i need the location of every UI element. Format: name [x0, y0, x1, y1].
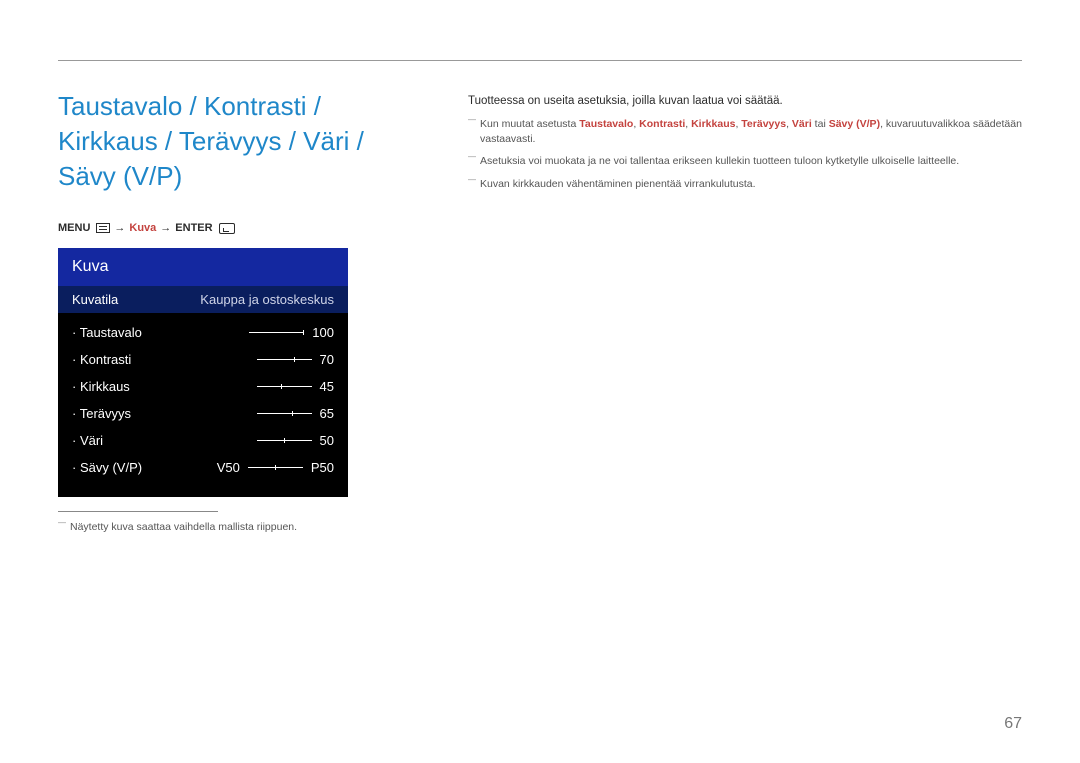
osd-slider-value: 65 — [320, 406, 334, 421]
osd-slider-value: 45 — [320, 379, 334, 394]
osd-slider-label: Taustavalo — [72, 325, 142, 340]
bullet-2: Asetuksia voi muokata ja ne voi tallenta… — [468, 154, 1022, 169]
osd-slider-value: 70 — [320, 352, 334, 367]
breadcrumb-kuva: Kuva — [129, 222, 156, 234]
osd-mode-row[interactable]: Kuvatila Kauppa ja ostoskeskus — [58, 286, 348, 313]
breadcrumb-menu: MENU — [58, 222, 90, 234]
osd-slider-label: Kontrasti — [72, 352, 131, 367]
menu-icon — [96, 223, 110, 233]
osd-slider-label: Kirkkaus — [72, 379, 130, 394]
osd-mode-label: Kuvatila — [72, 292, 118, 307]
page-number: 67 — [1004, 715, 1022, 733]
osd-slider-row[interactable]: Kontrasti 70 — [72, 346, 334, 373]
footnote-left: Näytetty kuva saattaa vaihdella mallista… — [58, 520, 408, 535]
chevron-right-icon: → — [114, 222, 125, 234]
osd-slider-label: Terävyys — [72, 406, 131, 421]
bullet-3: Kuvan kirkkauden vähentäminen pienentää … — [468, 177, 1022, 192]
osd-slider-label: Väri — [72, 433, 103, 448]
osd-slider-row[interactable]: Terävyys 65 — [72, 400, 334, 427]
breadcrumb-enter: ENTER — [175, 222, 212, 234]
osd-mode-value: Kauppa ja ostoskeskus — [200, 292, 334, 307]
bullet-1: Kun muutat asetusta Taustavalo, Kontrast… — [468, 117, 1022, 146]
intro-text: Tuotteessa on useita asetuksia, joilla k… — [468, 95, 1022, 107]
osd-tint-label: Sävy (V/P) — [72, 460, 142, 475]
breadcrumb: MENU → Kuva → ENTER — [58, 222, 408, 234]
osd-slider-row[interactable]: Kirkkaus 45 — [72, 373, 334, 400]
osd-tint-left: V50 — [217, 460, 240, 475]
page-title: Taustavalo / Kontrasti / Kirkkaus / Terä… — [58, 89, 408, 194]
osd-title: Kuva — [58, 248, 348, 286]
slider-track[interactable] — [257, 386, 312, 387]
osd-slider-row[interactable]: Taustavalo 100 — [72, 319, 334, 346]
osd-panel: Kuva Kuvatila Kauppa ja ostoskeskus Taus… — [58, 248, 348, 497]
chevron-right-icon: → — [160, 222, 171, 234]
slider-track[interactable] — [249, 332, 304, 333]
enter-icon — [219, 223, 235, 234]
osd-slider-row[interactable]: Väri 50 — [72, 427, 334, 454]
osd-tint-right: P50 — [311, 460, 334, 475]
slider-track[interactable] — [257, 413, 312, 414]
slider-track[interactable] — [257, 440, 312, 441]
slider-track[interactable] — [257, 359, 312, 360]
slider-track[interactable] — [248, 467, 303, 468]
osd-slider-value: 50 — [320, 433, 334, 448]
osd-tint-row[interactable]: Sävy (V/P) V50 P50 — [72, 454, 334, 481]
osd-slider-value: 100 — [312, 325, 334, 340]
